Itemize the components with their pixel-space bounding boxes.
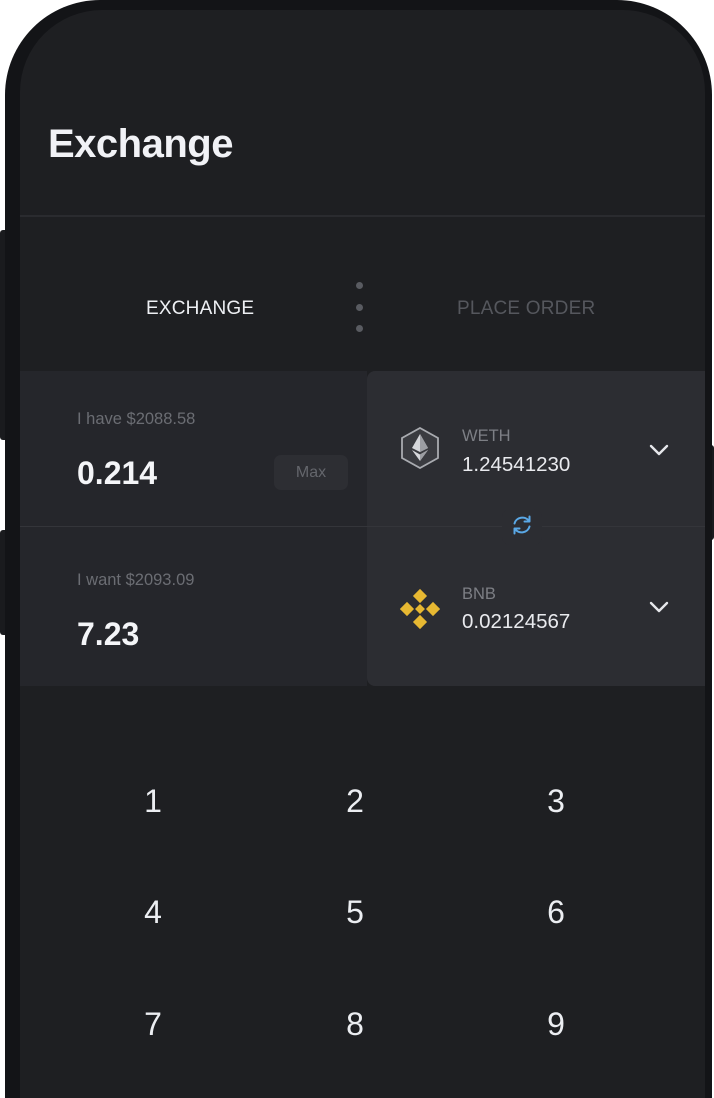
dot <box>355 325 363 332</box>
keypad-key-7[interactable]: 7 <box>93 984 213 1064</box>
keypad-key-6[interactable]: 6 <box>496 872 616 952</box>
to-token-symbol: BNB <box>462 585 496 603</box>
keypad-key-4[interactable]: 4 <box>93 872 213 952</box>
keypad-key-5[interactable]: 5 <box>295 872 415 952</box>
from-token-balance: 1.24541230 <box>462 453 571 476</box>
keypad-key-2[interactable]: 2 <box>295 761 415 841</box>
app-screen: Exchange EXCHANGE PLACE ORDER I have $20… <box>20 10 705 1098</box>
tab-place-order[interactable]: PLACE ORDER <box>457 298 595 320</box>
keypad-key-9[interactable]: 9 <box>496 984 616 1064</box>
tab-exchange[interactable]: EXCHANGE <box>146 298 254 320</box>
max-button[interactable]: Max <box>274 455 348 490</box>
want-amount-input[interactable]: 7.23 <box>77 616 139 653</box>
app-stage: Exchange EXCHANGE PLACE ORDER I have $20… <box>0 0 714 1098</box>
page-title: Exchange <box>48 122 233 166</box>
phone-frame: Exchange EXCHANGE PLACE ORDER I have $20… <box>5 0 712 1098</box>
to-token-balance: 0.02124567 <box>462 610 571 633</box>
swap-tokens-button[interactable] <box>502 509 542 545</box>
binance-icon[interactable] <box>399 588 441 630</box>
have-hint: I have $2088.58 <box>77 410 196 428</box>
from-token-symbol: WETH <box>462 427 511 445</box>
panel-divider <box>20 526 705 527</box>
keypad-key-3[interactable]: 3 <box>496 761 616 841</box>
chevron-down-icon[interactable] <box>648 443 670 457</box>
keypad-key-8[interactable]: 8 <box>295 984 415 1064</box>
refresh-swap-icon <box>510 514 534 541</box>
header-divider <box>20 215 705 217</box>
ethereum-icon[interactable] <box>400 426 440 470</box>
chevron-down-icon[interactable] <box>648 600 670 614</box>
dot <box>355 282 363 289</box>
tab-separator-dots <box>355 282 363 332</box>
want-hint: I want $2093.09 <box>77 571 195 589</box>
dot <box>355 303 363 311</box>
keypad-key-1[interactable]: 1 <box>93 761 213 841</box>
have-amount-input[interactable]: 0.214 <box>77 455 157 492</box>
